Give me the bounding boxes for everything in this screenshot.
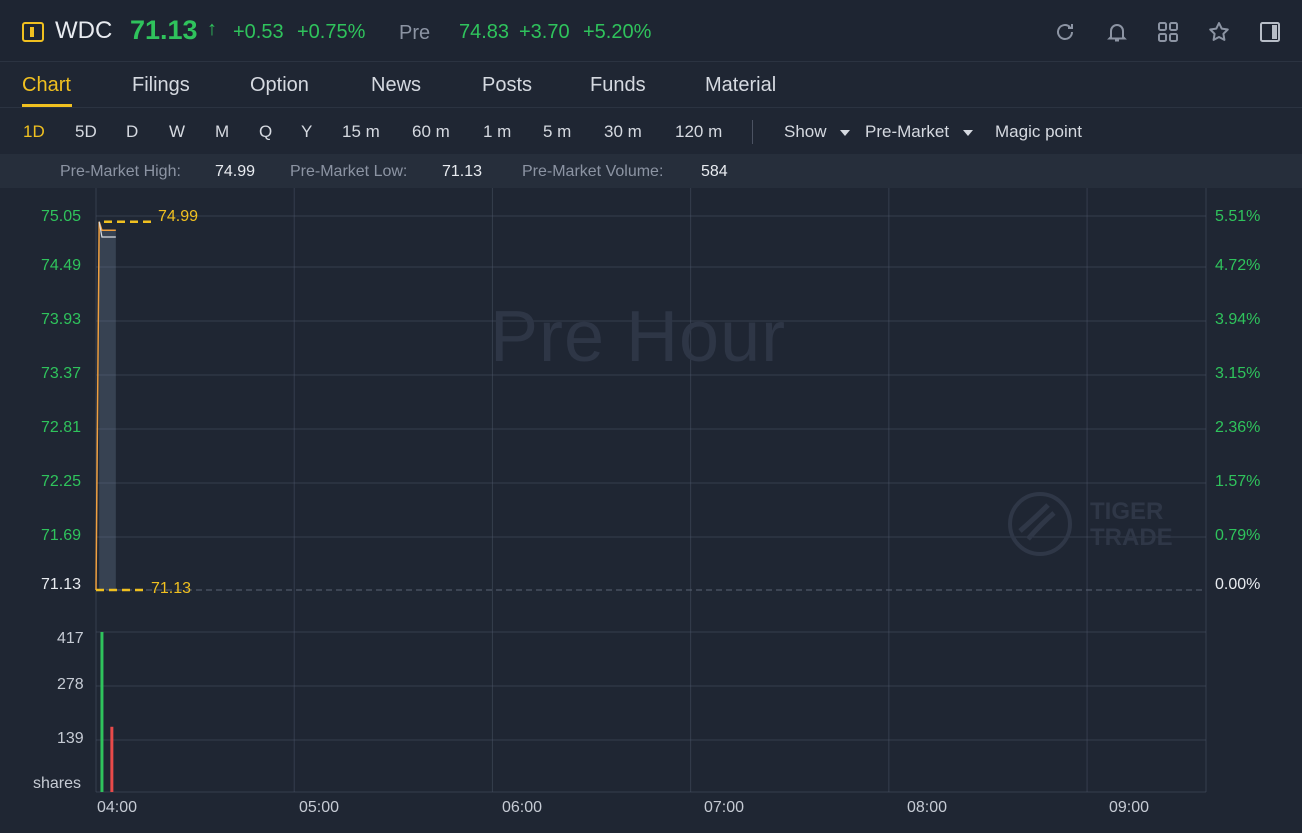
period-month[interactable]: M bbox=[215, 122, 229, 142]
price-tick: 72.25 bbox=[41, 473, 82, 490]
price-tick: 72.81 bbox=[41, 419, 82, 436]
period-1d[interactable]: 1D bbox=[23, 122, 45, 142]
price-tick: 75.05 bbox=[41, 208, 82, 225]
percent-tick: 2.36% bbox=[1215, 419, 1261, 436]
volume-unit-label: shares bbox=[33, 775, 82, 792]
toolbar-divider bbox=[752, 120, 753, 144]
tab-news[interactable]: News bbox=[371, 74, 421, 97]
session-dropdown[interactable]: Pre-Market bbox=[865, 122, 949, 142]
time-tick: 05:00 bbox=[299, 799, 340, 816]
pre-market-label: Pre bbox=[399, 22, 431, 44]
quote-header: WDC 71.13 ↑ +0.53 +0.75% Pre 74.83 +3.70… bbox=[0, 0, 1302, 62]
price-up-arrow-icon: ↑ bbox=[207, 18, 217, 40]
volume-tick: 278 bbox=[57, 676, 84, 693]
price-chart[interactable]: Pre Hour TIGER TRADE 75.05 74.49 73.93 7… bbox=[0, 188, 1302, 833]
price-area-fill bbox=[99, 230, 116, 590]
refresh-icon[interactable] bbox=[1053, 20, 1077, 44]
tab-option[interactable]: Option bbox=[250, 74, 309, 97]
active-tab-indicator bbox=[22, 104, 72, 107]
time-tick: 08:00 bbox=[907, 799, 948, 816]
pre-market-change-percent: +5.20% bbox=[583, 21, 652, 43]
price-change-percent: +0.75% bbox=[297, 21, 366, 43]
period-30m[interactable]: 30 m bbox=[604, 122, 642, 142]
pre-market-stats: Pre-Market High: 74.99 Pre-Market Low: 7… bbox=[0, 154, 1302, 188]
tiger-trade-logo: TIGER TRADE bbox=[1008, 491, 1173, 562]
chart-watermark: Pre Hour bbox=[490, 297, 787, 377]
price-tick-base: 71.13 bbox=[41, 576, 82, 593]
period-5m[interactable]: 5 m bbox=[543, 122, 571, 142]
volume-value: 584 bbox=[701, 163, 728, 180]
show-dropdown[interactable]: Show bbox=[784, 122, 827, 142]
volume-bar bbox=[100, 632, 104, 792]
high-marker-label: 74.99 bbox=[158, 208, 199, 225]
price-tick: 71.69 bbox=[41, 527, 82, 544]
ticker-symbol: WDC bbox=[55, 17, 113, 44]
price-tick: 73.93 bbox=[41, 311, 82, 328]
price-change: +0.53 bbox=[233, 21, 284, 43]
tiger-logo-icon bbox=[1008, 492, 1072, 556]
logo-text-line1: TIGER bbox=[1090, 498, 1164, 525]
period-5d[interactable]: 5D bbox=[75, 122, 97, 142]
volume-tick: 139 bbox=[57, 730, 84, 747]
period-120m[interactable]: 120 m bbox=[675, 122, 722, 142]
percent-tick: 5.51% bbox=[1215, 208, 1261, 225]
pre-market-change: +3.70 bbox=[519, 21, 570, 43]
volume-tick: 417 bbox=[57, 630, 84, 647]
tab-material[interactable]: Material bbox=[705, 74, 776, 97]
price-tick: 74.49 bbox=[41, 257, 82, 274]
volume-bar bbox=[110, 726, 114, 792]
grid-icon[interactable] bbox=[1156, 20, 1180, 44]
percent-tick: 3.15% bbox=[1215, 365, 1261, 382]
period-day[interactable]: D bbox=[126, 122, 138, 142]
period-1m[interactable]: 1 m bbox=[483, 122, 511, 142]
tab-funds[interactable]: Funds bbox=[590, 74, 646, 97]
time-tick: 09:00 bbox=[1109, 799, 1150, 816]
volume-label: Pre-Market Volume: bbox=[522, 163, 664, 180]
period-60m[interactable]: 60 m bbox=[412, 122, 450, 142]
percent-tick: 3.94% bbox=[1215, 311, 1261, 328]
bell-icon[interactable] bbox=[1105, 20, 1129, 44]
period-year[interactable]: Y bbox=[301, 122, 312, 142]
period-week[interactable]: W bbox=[169, 122, 185, 142]
tab-chart[interactable]: Chart bbox=[22, 74, 71, 97]
market-status-icon bbox=[22, 22, 44, 42]
tab-posts[interactable]: Posts bbox=[482, 74, 532, 97]
time-tick: 04:00 bbox=[97, 799, 138, 816]
percent-tick: 1.57% bbox=[1215, 473, 1261, 490]
low-marker-label: 71.13 bbox=[151, 580, 192, 597]
session-dropdown-caret-icon[interactable] bbox=[963, 130, 973, 136]
low-value: 71.13 bbox=[442, 163, 483, 180]
tab-filings[interactable]: Filings bbox=[132, 74, 190, 97]
period-15m[interactable]: 15 m bbox=[342, 122, 380, 142]
pre-market-price: 74.83 bbox=[459, 21, 510, 43]
percent-tick-base: 0.00% bbox=[1215, 576, 1261, 593]
time-tick: 06:00 bbox=[502, 799, 543, 816]
low-label: Pre-Market Low: bbox=[290, 163, 408, 180]
price-tick: 73.37 bbox=[41, 365, 82, 382]
high-value: 74.99 bbox=[215, 163, 256, 180]
panel-toggle-icon[interactable] bbox=[1258, 20, 1282, 44]
percent-tick: 0.79% bbox=[1215, 527, 1261, 544]
high-label: Pre-Market High: bbox=[60, 163, 181, 180]
content-tabs: Chart Filings Option News Posts Funds Ma… bbox=[0, 62, 1302, 108]
magic-point-button[interactable]: Magic point bbox=[995, 122, 1082, 142]
logo-text-line2: TRADE bbox=[1090, 524, 1173, 551]
percent-tick: 4.72% bbox=[1215, 257, 1261, 274]
period-quarter[interactable]: Q bbox=[259, 122, 272, 142]
show-dropdown-caret-icon[interactable] bbox=[840, 130, 850, 136]
time-tick: 07:00 bbox=[704, 799, 745, 816]
star-icon[interactable] bbox=[1207, 20, 1231, 44]
period-toolbar: 1D 5D D W M Q Y 15 m 60 m 1 m 5 m 30 m 1… bbox=[0, 108, 1302, 154]
last-price: 71.13 bbox=[130, 15, 198, 45]
